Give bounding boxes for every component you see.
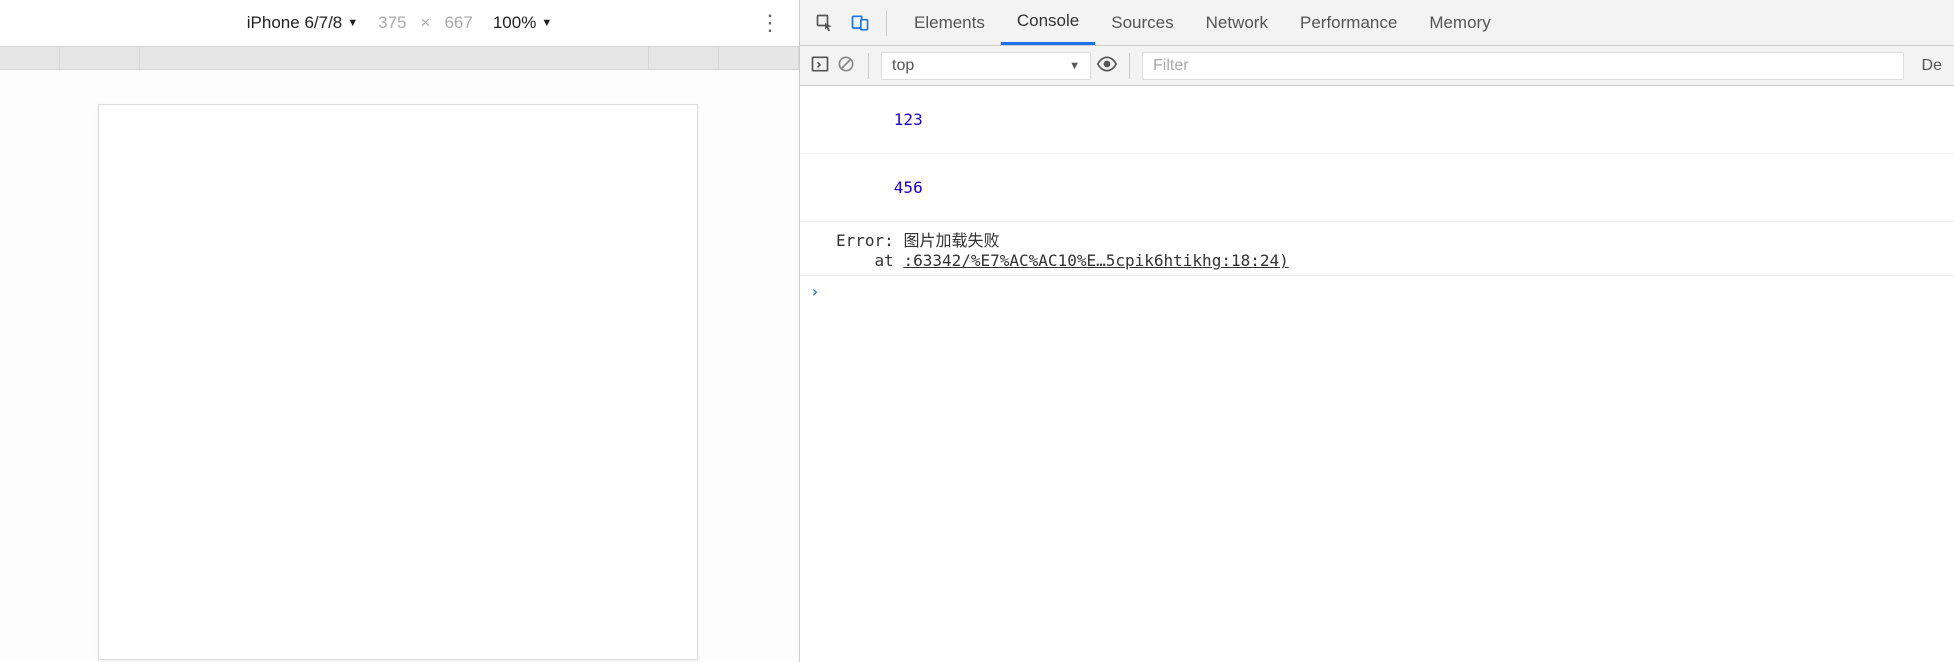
tab-network[interactable]: Network	[1190, 0, 1284, 45]
device-preview-pane: iPhone 6/7/8 ▼ 375 × 667 100% ▼ ⋮	[0, 0, 800, 662]
log-number: 123	[894, 110, 923, 129]
ruler-segment	[0, 47, 60, 69]
live-expression-icon[interactable]	[1097, 54, 1117, 78]
context-label: top	[892, 57, 914, 75]
log-number: 456	[894, 178, 923, 197]
error-message: 图片加载失败	[903, 231, 999, 250]
console-prompt[interactable]: ›	[800, 276, 1954, 307]
ruler	[0, 46, 799, 70]
tab-console[interactable]: Console	[1001, 0, 1095, 45]
ruler-segment	[140, 47, 649, 69]
device-name-label: iPhone 6/7/8	[247, 13, 342, 33]
prompt-caret-icon: ›	[810, 282, 820, 301]
console-error-row[interactable]: Error: 图片加载失败 at :63342/%E7%AC%AC10%E…5c…	[800, 222, 1954, 276]
devtools-tabbar: Elements Console Sources Network Perform…	[800, 0, 1954, 46]
caret-down-icon: ▼	[1069, 60, 1080, 72]
caret-down-icon: ▼	[347, 17, 358, 29]
console-sidebar-toggle-icon[interactable]	[810, 54, 830, 78]
context-select-dropdown[interactable]: top ▼	[881, 52, 1091, 80]
console-toolbar: top ▼ De	[800, 46, 1954, 86]
tab-performance[interactable]: Performance	[1284, 0, 1413, 45]
height-value[interactable]: 667	[444, 13, 472, 33]
tab-memory[interactable]: Memory	[1413, 0, 1506, 45]
tab-elements[interactable]: Elements	[898, 0, 1001, 45]
viewport-area	[0, 70, 799, 662]
error-source-link[interactable]: :63342/%E7%AC%AC10%E…5cpik6htikhg:18:24)	[903, 251, 1288, 270]
device-select-dropdown[interactable]: iPhone 6/7/8 ▼	[247, 13, 358, 33]
more-options-icon[interactable]: ⋮	[759, 10, 781, 36]
ruler-segment	[719, 47, 799, 69]
divider	[1129, 53, 1130, 79]
toggle-device-toolbar-icon[interactable]	[845, 8, 875, 38]
ruler-segment	[60, 47, 140, 69]
zoom-label: 100%	[493, 13, 536, 33]
filter-input[interactable]	[1142, 52, 1904, 80]
inspect-element-icon[interactable]	[810, 8, 840, 38]
levels-label[interactable]: De	[1910, 57, 1954, 75]
error-at: at	[836, 251, 903, 270]
ruler-segment	[649, 47, 719, 69]
tabs-container: Elements Console Sources Network Perform…	[898, 0, 1507, 45]
devtools-pane: Elements Console Sources Network Perform…	[800, 0, 1954, 662]
console-log-row[interactable]: 456	[800, 154, 1954, 222]
divider	[886, 10, 887, 36]
error-label: Error:	[836, 231, 903, 250]
dimension-separator: ×	[421, 13, 431, 33]
width-value[interactable]: 375	[378, 13, 406, 33]
divider	[868, 53, 869, 79]
caret-down-icon: ▼	[541, 17, 552, 29]
dimensions-group: 375 × 667	[378, 13, 473, 33]
zoom-select-dropdown[interactable]: 100% ▼	[493, 13, 552, 33]
device-frame[interactable]	[98, 104, 698, 660]
tab-sources[interactable]: Sources	[1095, 0, 1189, 45]
console-output: 123 456 Error: 图片加载失败 at :63342/%E7%AC%A…	[800, 86, 1954, 662]
clear-console-icon[interactable]	[836, 54, 856, 78]
console-log-row[interactable]: 123	[800, 86, 1954, 154]
device-toolbar: iPhone 6/7/8 ▼ 375 × 667 100% ▼ ⋮	[0, 0, 799, 46]
